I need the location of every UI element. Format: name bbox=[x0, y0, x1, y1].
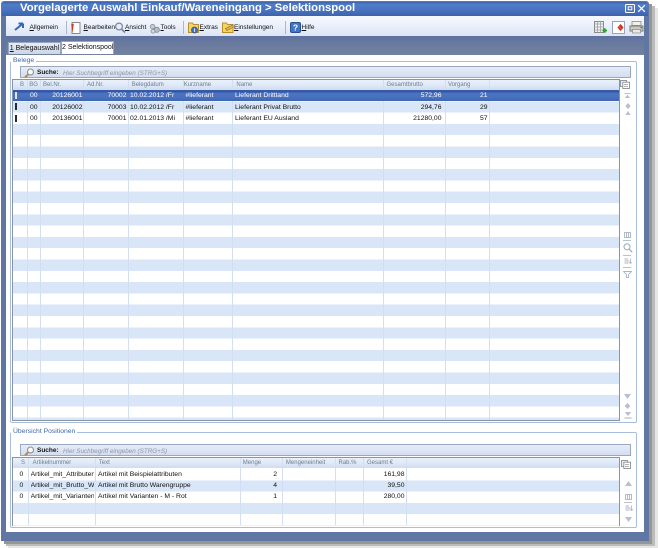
svg-text:?: ? bbox=[292, 23, 297, 33]
